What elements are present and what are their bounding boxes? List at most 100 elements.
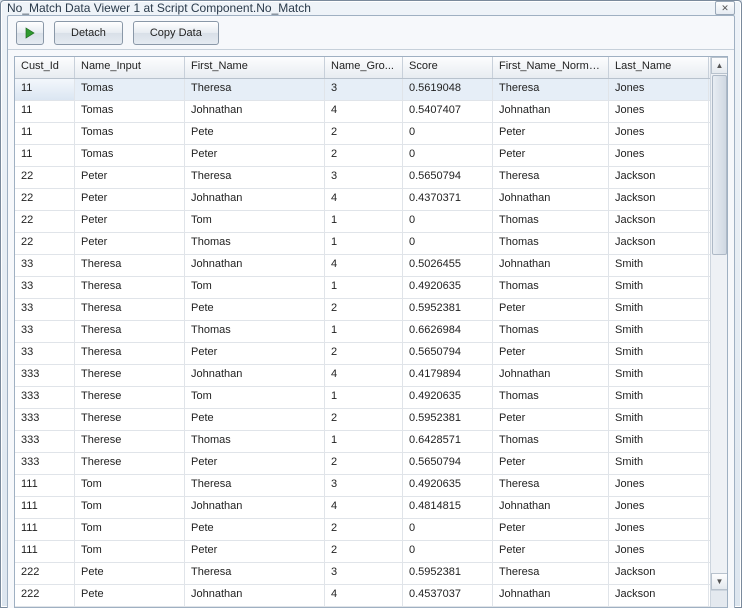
titlebar[interactable]: No_Match Data Viewer 1 at Script Compone… xyxy=(1,1,741,15)
table-cell[interactable]: Johnathan xyxy=(185,189,325,210)
table-cell[interactable]: 2 xyxy=(325,299,403,320)
table-cell[interactable]: Smith xyxy=(609,277,709,298)
table-cell[interactable]: 3 xyxy=(325,79,403,100)
table-cell[interactable]: Jones xyxy=(609,519,709,540)
table-cell[interactable]: Thomas xyxy=(493,211,609,232)
table-cell[interactable]: 11 xyxy=(15,79,75,100)
table-cell[interactable]: 333 xyxy=(15,387,75,408)
table-cell[interactable]: Jackson xyxy=(609,585,709,606)
table-cell[interactable]: Theresa xyxy=(185,563,325,584)
table-row[interactable]: 22PeterTom10ThomasJackson xyxy=(15,211,710,233)
table-cell[interactable]: Therese xyxy=(75,409,185,430)
table-cell[interactable]: 0.5407407 xyxy=(403,101,493,122)
table-cell[interactable]: 222 xyxy=(15,563,75,584)
table-cell[interactable]: 1 xyxy=(325,321,403,342)
table-row[interactable]: 33TheresaJohnathan40.5026455JohnathanSmi… xyxy=(15,255,710,277)
table-cell[interactable]: Tom xyxy=(185,211,325,232)
table-cell[interactable]: 2 xyxy=(325,453,403,474)
table-cell[interactable]: 33 xyxy=(15,277,75,298)
table-cell[interactable]: 33 xyxy=(15,255,75,276)
table-row[interactable]: 111TomJohnathan40.4814815JohnathanJones xyxy=(15,497,710,519)
table-cell[interactable]: 33 xyxy=(15,343,75,364)
play-button[interactable] xyxy=(16,21,44,45)
table-row[interactable]: 11TomasTheresa30.5619048TheresaJones xyxy=(15,79,710,101)
table-cell[interactable]: Jones xyxy=(609,101,709,122)
table-cell[interactable]: 0.5952381 xyxy=(403,563,493,584)
table-row[interactable]: 33TheresaPete20.5952381PeterSmith xyxy=(15,299,710,321)
table-cell[interactable]: Pete xyxy=(185,299,325,320)
table-cell[interactable]: Jones xyxy=(609,475,709,496)
column-header-firstname[interactable]: First_Name xyxy=(185,57,325,78)
table-cell[interactable]: Johnathan xyxy=(185,585,325,606)
table-cell[interactable]: Therese xyxy=(75,365,185,386)
table-cell[interactable]: 1 xyxy=(325,431,403,452)
table-row[interactable]: 111TomPeter20PeterJones xyxy=(15,541,710,563)
column-header-score[interactable]: Score xyxy=(403,57,493,78)
detach-button[interactable]: Detach xyxy=(54,21,123,45)
table-cell[interactable]: Johnathan xyxy=(185,255,325,276)
table-cell[interactable]: 2 xyxy=(325,409,403,430)
table-cell[interactable]: 2 xyxy=(325,343,403,364)
table-cell[interactable]: 333 xyxy=(15,453,75,474)
table-cell[interactable]: Peter xyxy=(75,233,185,254)
table-cell[interactable]: Johnathan xyxy=(185,101,325,122)
vertical-scrollbar[interactable]: ▲ ▼ xyxy=(710,57,727,607)
table-cell[interactable]: Therese xyxy=(75,431,185,452)
table-row[interactable]: 33TheresaTom10.4920635ThomasSmith xyxy=(15,277,710,299)
column-header-custid[interactable]: Cust_Id xyxy=(15,57,75,78)
table-cell[interactable]: 0.5619048 xyxy=(403,79,493,100)
table-cell[interactable]: Theresa xyxy=(75,299,185,320)
table-cell[interactable]: 1 xyxy=(325,387,403,408)
table-cell[interactable]: Johnathan xyxy=(493,255,609,276)
table-cell[interactable]: Peter xyxy=(75,189,185,210)
table-cell[interactable]: Tom xyxy=(75,541,185,562)
table-cell[interactable]: 0.4920635 xyxy=(403,387,493,408)
table-cell[interactable]: 0.6626984 xyxy=(403,321,493,342)
table-cell[interactable]: Jackson xyxy=(609,167,709,188)
table-cell[interactable]: Smith xyxy=(609,255,709,276)
table-cell[interactable]: Theresa xyxy=(75,277,185,298)
table-cell[interactable]: Thomas xyxy=(493,387,609,408)
table-cell[interactable]: 3 xyxy=(325,167,403,188)
table-cell[interactable]: Smith xyxy=(609,321,709,342)
table-cell[interactable]: Peter xyxy=(493,409,609,430)
table-cell[interactable]: 4 xyxy=(325,255,403,276)
table-row[interactable]: 333TheresePeter20.5650794PeterSmith xyxy=(15,453,710,475)
table-cell[interactable]: Thomas xyxy=(493,277,609,298)
table-cell[interactable]: Johnathan xyxy=(185,365,325,386)
table-cell[interactable]: Peter xyxy=(185,343,325,364)
table-cell[interactable]: 0.4370371 xyxy=(403,189,493,210)
column-header-nameinput[interactable]: Name_Input xyxy=(75,57,185,78)
table-row[interactable]: 11TomasJohnathan40.5407407JohnathanJones xyxy=(15,101,710,123)
table-cell[interactable]: Peter xyxy=(493,343,609,364)
table-cell[interactable]: 0.5952381 xyxy=(403,409,493,430)
table-cell[interactable]: 0 xyxy=(403,541,493,562)
table-cell[interactable]: 3 xyxy=(325,563,403,584)
table-cell[interactable]: Peter xyxy=(493,453,609,474)
table-cell[interactable]: 4 xyxy=(325,497,403,518)
table-cell[interactable]: 3 xyxy=(325,475,403,496)
close-button[interactable]: ✕ xyxy=(715,1,735,15)
column-header-lastname[interactable]: Last_Name xyxy=(609,57,709,78)
table-cell[interactable]: 2 xyxy=(325,145,403,166)
table-cell[interactable]: 0.5026455 xyxy=(403,255,493,276)
table-cell[interactable]: Pete xyxy=(185,123,325,144)
table-cell[interactable]: Tom xyxy=(75,519,185,540)
table-cell[interactable]: 0.5650794 xyxy=(403,453,493,474)
table-cell[interactable]: 0.4179894 xyxy=(403,365,493,386)
table-cell[interactable]: Jackson xyxy=(609,563,709,584)
table-cell[interactable]: Jones xyxy=(609,497,709,518)
table-cell[interactable]: Thomas xyxy=(493,233,609,254)
table-cell[interactable]: Pete xyxy=(75,585,185,606)
table-cell[interactable]: Smith xyxy=(609,453,709,474)
table-cell[interactable]: Peter xyxy=(185,541,325,562)
table-cell[interactable]: Pete xyxy=(75,563,185,584)
table-cell[interactable]: 0.4537037 xyxy=(403,585,493,606)
table-cell[interactable]: Peter xyxy=(75,167,185,188)
table-cell[interactable]: Smith xyxy=(609,343,709,364)
table-cell[interactable]: Theresa xyxy=(185,475,325,496)
data-grid[interactable]: Cust_Id Name_Input First_Name Name_Gro..… xyxy=(14,56,728,608)
table-cell[interactable]: Peter xyxy=(493,145,609,166)
table-cell[interactable]: Peter xyxy=(185,453,325,474)
table-cell[interactable]: 1 xyxy=(325,277,403,298)
